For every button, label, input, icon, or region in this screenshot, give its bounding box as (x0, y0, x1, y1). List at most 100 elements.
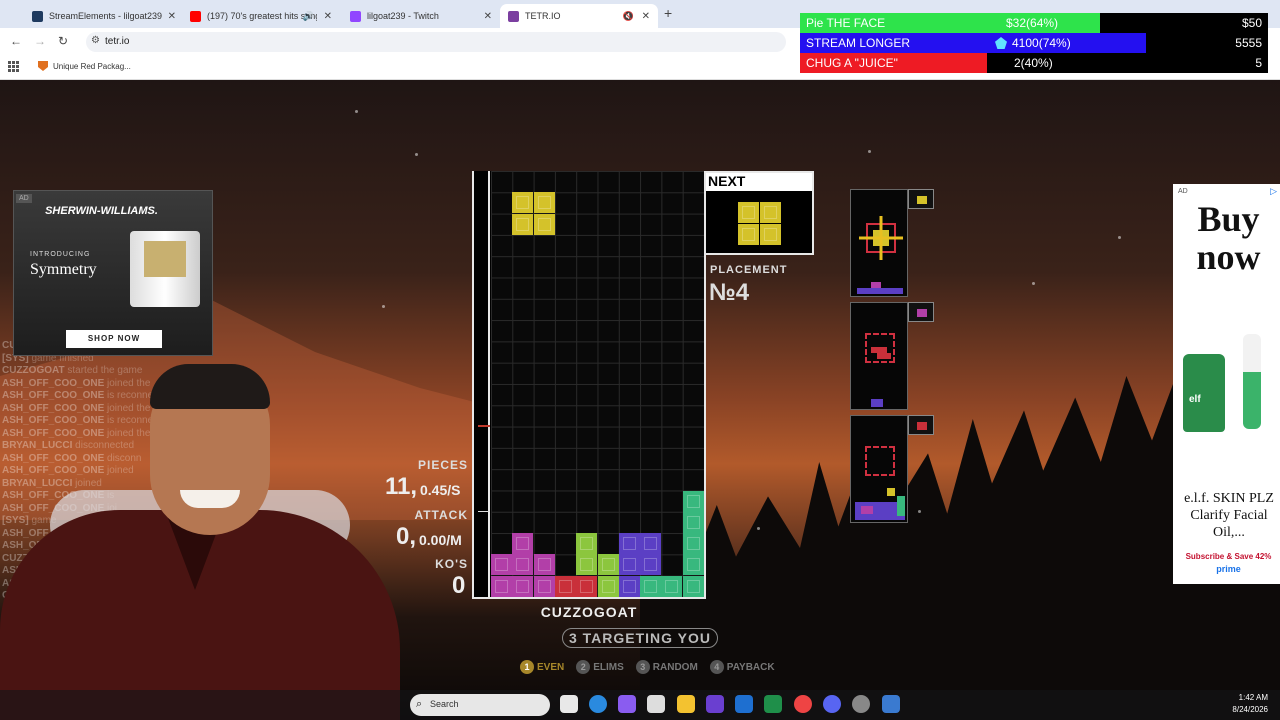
file-explorer-icon[interactable] (677, 695, 695, 713)
pieces-rate: 0.45/S (420, 482, 461, 498)
bookmark-icon (38, 61, 48, 71)
block-J (618, 575, 640, 597)
close-icon[interactable]: ✕ (168, 11, 176, 22)
snow-particle (918, 510, 921, 513)
goal-target: 5 (1255, 56, 1262, 70)
block-S (597, 575, 619, 597)
ad-promo: Subscribe & Save 42% (1185, 552, 1272, 561)
tab-tetrio[interactable]: TETR.IO 🔇 ✕ (500, 4, 658, 28)
discord-icon[interactable] (823, 695, 841, 713)
strategy-label: ELIMS (593, 661, 624, 673)
app-icon[interactable] (882, 695, 900, 713)
tab-twitch[interactable]: lilgoat239 - Twitch ✕ (342, 4, 500, 28)
opponent-stack (871, 347, 891, 407)
streamer-shirt (0, 510, 400, 720)
close-icon[interactable]: ✕ (324, 11, 332, 22)
chrome-icon[interactable] (794, 695, 812, 713)
edge-icon[interactable] (589, 695, 607, 713)
snow-particle (1032, 282, 1035, 285)
goal-target: $50 (1241, 16, 1262, 30)
bookmark-item[interactable]: Unique Red Packag... (38, 61, 131, 71)
ad-badge: AD (16, 194, 32, 203)
opponent-stack (855, 488, 905, 520)
elf-skin-ad[interactable]: AD ▷ Buy now elf e.l.f. SKIN PLZ Clarify… (1173, 184, 1280, 584)
strategy-even[interactable]: 1 EVEN (520, 660, 564, 674)
close-icon[interactable]: ✕ (484, 11, 492, 22)
strategy-payback[interactable]: 4 PAYBACK (709, 660, 775, 674)
opponent-board[interactable] (850, 302, 908, 410)
block-T (533, 554, 555, 576)
app-icon[interactable] (706, 695, 724, 713)
new-tab-button[interactable]: + (664, 5, 672, 21)
settings-icon[interactable] (852, 695, 870, 713)
block-J (618, 533, 640, 555)
search-label: Search (430, 699, 459, 709)
block-Z (554, 575, 576, 597)
garbage-warning-mark (478, 425, 490, 427)
placement-value: №4 (709, 279, 750, 306)
streamer-hair (150, 364, 270, 409)
back-icon[interactable]: ← (10, 34, 22, 48)
reload-icon[interactable]: ↻ (58, 34, 68, 48)
ad-intro: INTRODUCING (30, 251, 91, 258)
tab-title: lilgoat239 - Twitch (367, 11, 439, 21)
ad-product: Symmetry (30, 261, 97, 278)
block-T (491, 575, 512, 597)
targeting-badge: 3 TARGETING YOU (562, 628, 718, 648)
ad-product-title[interactable]: e.l.f. SKIN PLZ Clarify Facial Oil,... (1179, 490, 1279, 541)
block-T (533, 575, 555, 597)
close-icon[interactable]: ✕ (642, 11, 650, 22)
next-block (760, 224, 781, 245)
copilot-icon[interactable] (618, 695, 636, 713)
block-T (512, 533, 534, 555)
next-label: NEXT (706, 173, 812, 191)
audio-icon[interactable]: 🔊 (303, 11, 314, 22)
forward-icon[interactable]: → (34, 34, 46, 48)
block-J (640, 554, 662, 576)
tab-streamelements[interactable]: StreamElements - lilgoat239 ✕ (24, 4, 184, 28)
snow-particle (1118, 236, 1121, 239)
snow-particle (355, 110, 358, 113)
site-info-icon[interactable]: ⚙ (91, 35, 100, 46)
mail-icon[interactable] (735, 695, 753, 713)
tetris-playfield[interactable] (472, 171, 706, 599)
youtube-favicon (190, 10, 201, 22)
taskbar-search[interactable]: ⌕ Search (410, 694, 550, 716)
goal-name: CHUG A "JUICE" (806, 56, 898, 70)
next-piece-o (738, 202, 782, 246)
block-T (491, 554, 512, 576)
ad-brand: SHERWIN-WILLIAMS. (45, 205, 158, 217)
goal-row: Pie THE FACE $32(64%) $50 (800, 13, 1268, 33)
tetrio-favicon (508, 10, 519, 22)
tab-youtube[interactable]: (197) 70's greatest hits song 🔊 ✕ (182, 4, 340, 28)
block-T (512, 554, 534, 576)
opponent-board[interactable] (850, 415, 908, 523)
apps-grid-icon[interactable] (8, 61, 19, 72)
bookmark-label: Unique Red Packag... (53, 61, 131, 71)
tab-title: (197) 70's greatest hits song (207, 11, 317, 21)
goal-row: STREAM LONGER 4100(74%) 5555 (800, 33, 1268, 53)
block-Z (576, 575, 598, 597)
strategy-elims[interactable]: 2 ELIMS (576, 660, 624, 674)
placement-label: PLACEMENT (710, 264, 788, 276)
task-view-icon[interactable] (560, 695, 578, 713)
strategy-label: PAYBACK (726, 661, 775, 673)
office-icon[interactable] (764, 695, 782, 713)
strategy-label: EVEN (537, 661, 565, 673)
opponent-next (908, 302, 934, 322)
strategy-number: 1 (520, 660, 534, 674)
tab-title: TETR.IO (525, 11, 561, 21)
taskbar-clock[interactable]: 1:42 AM 8/24/2026 (1220, 692, 1268, 716)
shop-now-button[interactable]: SHOP NOW (66, 330, 162, 348)
sherwin-williams-ad[interactable]: AD SHERWIN-WILLIAMS. INTRODUCING Symmetr… (13, 190, 213, 356)
streamer-webcam (0, 360, 420, 720)
muted-icon[interactable]: 🔇 (623, 11, 634, 22)
opponent-board[interactable] (850, 189, 908, 297)
strategy-random[interactable]: 3 RANDOM (635, 660, 698, 674)
ad-choices-icon[interactable]: ▷ (1270, 186, 1277, 197)
url-field[interactable]: ⚙ tetr.io (86, 32, 786, 52)
block-I (682, 533, 704, 555)
store-icon[interactable] (647, 695, 665, 713)
snow-particle (757, 527, 760, 530)
next-block (738, 202, 759, 223)
